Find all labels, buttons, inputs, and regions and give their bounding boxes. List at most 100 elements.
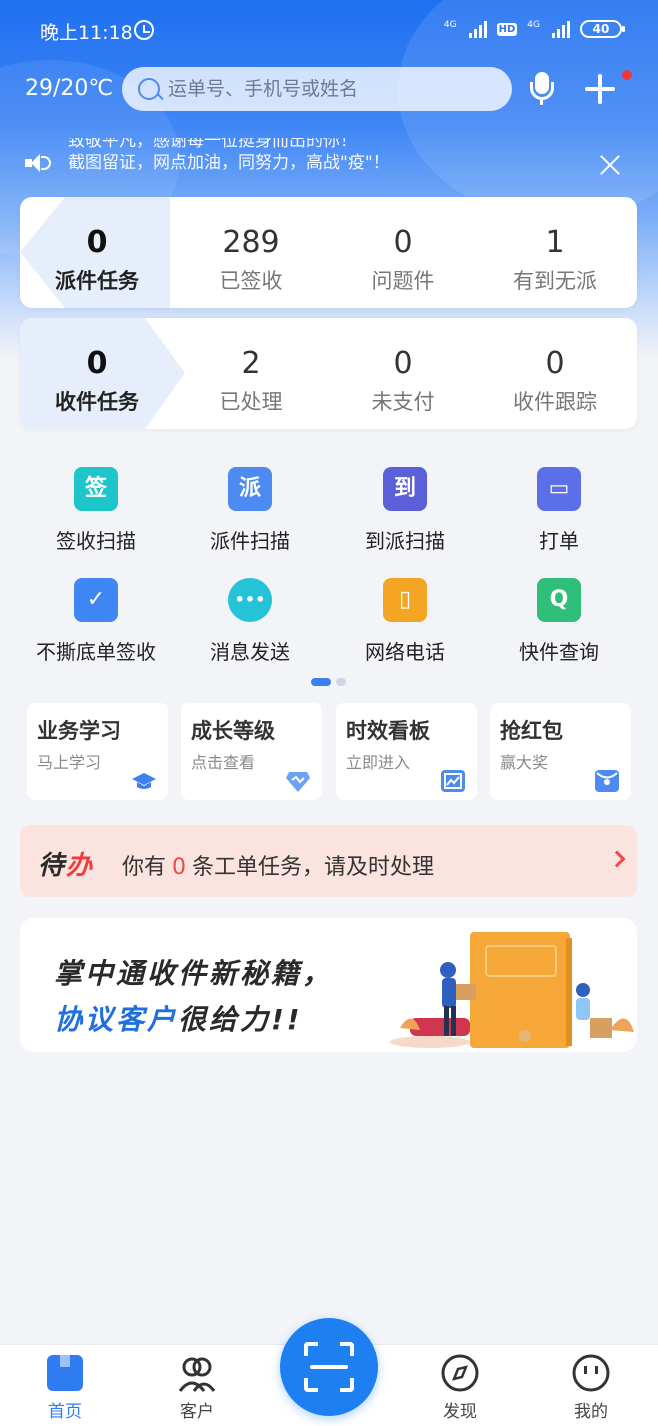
customers-icon [178, 1357, 216, 1392]
add-icon[interactable] [585, 74, 615, 104]
home-icon-notch [60, 1355, 70, 1367]
stat-label: 收件跟踪 [513, 390, 597, 414]
status-bar: 晚上11:18 4G HD 4G 40 [0, 0, 658, 62]
hd-badge: HD [496, 22, 518, 36]
scan-icon [304, 1342, 354, 1392]
banner-illustration [390, 932, 634, 1048]
graduation-cap-icon [132, 770, 156, 792]
card-growth-level[interactable]: 成长等级 点击查看 [181, 703, 322, 800]
signal-icon [468, 20, 487, 38]
sign-icon: 签 [74, 467, 118, 511]
stat-value: 0 [393, 225, 413, 260]
status-time: 晚上11:18 [40, 22, 133, 44]
todo-tag-a: 待 [38, 851, 67, 881]
grid-label: 签收扫描 [56, 529, 136, 553]
stat-value: 289 [222, 225, 280, 260]
stat-pickup-tracking[interactable]: 0 收件跟踪 [478, 318, 632, 429]
todo-tag-b: 办 [66, 851, 95, 881]
close-icon[interactable] [598, 153, 622, 177]
stat-label: 已签收 [219, 269, 283, 293]
card-subtitle: 点击查看 [191, 753, 256, 772]
stat-label: 收件任务 [55, 390, 139, 414]
level-icon [286, 770, 310, 792]
todo-bar[interactable]: 待办 你有 0 条工单任务，请及时处理 [20, 825, 637, 897]
card-subtitle: 赢大奖 [500, 753, 549, 772]
checkbox-icon: ✓ [74, 578, 118, 622]
stat-value: 1 [545, 225, 565, 260]
speaker-icon [25, 153, 51, 173]
stat-pickup-tasks[interactable]: 0 收件任务 [20, 318, 174, 429]
grid-send-message[interactable]: ••• 消息发送 [173, 578, 327, 678]
stat-dispatch-tasks[interactable]: 0 派件任务 [20, 197, 174, 308]
red-packet-icon [595, 770, 619, 792]
grid-label: 打单 [539, 529, 579, 553]
banner-highlight: 协议客户 [54, 1003, 179, 1036]
todo-count: 0 [172, 855, 187, 880]
card-title: 业务学习 [37, 719, 121, 743]
arrive-icon: 到 [383, 467, 427, 511]
alarm-icon [134, 20, 154, 40]
tab-customers[interactable]: 客户 [152, 1345, 242, 1426]
card-red-packet[interactable]: 抢红包 赢大奖 [490, 703, 631, 800]
tab-home[interactable]: 首页 [20, 1345, 110, 1426]
microphone-icon[interactable] [528, 72, 556, 106]
notice-text: 致敬平凡，感谢每一位挺身而出的你！ 截图留证，网点加油，同努力，高战"疫"！ [68, 138, 568, 178]
grid-parcel-query[interactable]: Q 快件查询 [482, 578, 636, 678]
stat-signed[interactable]: 289 已签收 [174, 197, 328, 308]
tab-profile[interactable]: 我的 [546, 1345, 636, 1426]
tab-label: 我的 [574, 1402, 608, 1422]
grid-arrive-scan[interactable]: 到 到派扫描 [328, 467, 482, 567]
stat-value: 0 [86, 225, 108, 260]
stat-label: 未支付 [371, 390, 435, 414]
banner-line1: 掌中通收件新秘籍， [54, 957, 334, 990]
todo-text: 你有 0 条工单任务，请及时处理 [122, 849, 434, 881]
tab-label: 首页 [48, 1402, 82, 1422]
grid-network-phone[interactable]: ▯ 网络电话 [328, 578, 482, 678]
card-business-learning[interactable]: 业务学习 马上学习 [27, 703, 168, 800]
grid-keep-receipt-sign[interactable]: ✓ 不撕底单签收 [19, 578, 173, 678]
card-title: 成长等级 [191, 719, 275, 743]
card-title: 时效看板 [346, 719, 430, 743]
todo-suffix: 条工单任务，请及时处理 [192, 855, 435, 880]
notification-dot [622, 70, 632, 80]
grid-label: 到派扫描 [365, 529, 445, 553]
network-type: 4G [527, 20, 540, 30]
tab-discover[interactable]: 发现 [415, 1345, 505, 1426]
todo-tag: 待办 [38, 845, 94, 882]
chat-icon: ••• [228, 578, 272, 622]
search-bar[interactable] [122, 67, 512, 111]
notice-line: 截图留证，网点加油，同努力，高战"疫"！ [68, 153, 390, 173]
stat-value: 2 [241, 346, 261, 381]
signal-icon [552, 20, 570, 38]
grid-sign-scan[interactable]: 签 签收扫描 [19, 467, 173, 567]
grid-print-order[interactable]: ▭ 打单 [482, 467, 636, 567]
dispatch-stats-card: 0 派件任务 289 已签收 0 问题件 1 有到无派 [20, 197, 637, 308]
promo-banner[interactable]: 掌中通收件新秘籍， 协议客户很给力!! [20, 918, 637, 1052]
notice-bar[interactable]: 致敬平凡，感谢每一位挺身而出的你！ 截图留证，网点加油，同努力，高战"疫"！ [0, 138, 658, 182]
stat-arrived-not-dispatched[interactable]: 1 有到无派 [478, 197, 632, 308]
status-indicators: 4G HD 4G 40 [443, 20, 625, 38]
phone-icon: ▯ [383, 578, 427, 622]
stat-label: 派件任务 [55, 269, 139, 293]
notice-line: 致敬平凡，感谢每一位挺身而出的你！ [68, 138, 357, 151]
network-type: 4G [443, 20, 457, 30]
tab-label: 发现 [443, 1402, 477, 1422]
search-input[interactable] [168, 67, 498, 111]
grid-label: 快件查询 [519, 640, 599, 664]
grid-label: 网络电话 [365, 640, 445, 664]
weather-temp[interactable]: 29/20℃ [25, 76, 113, 101]
stat-processed[interactable]: 2 已处理 [174, 318, 328, 429]
grid-label: 消息发送 [210, 640, 290, 664]
dispatch-icon: 派 [228, 467, 272, 511]
chevron-right-icon [608, 850, 626, 868]
compass-icon [441, 1354, 479, 1392]
tab-label: 客户 [180, 1402, 214, 1422]
todo-prefix: 你有 [122, 855, 167, 880]
grid-dispatch-scan[interactable]: 派 派件扫描 [173, 467, 327, 567]
stat-unpaid[interactable]: 0 未支付 [326, 318, 480, 429]
stat-problem[interactable]: 0 问题件 [326, 197, 480, 308]
card-timeliness-board[interactable]: 时效看板 立即进入 [336, 703, 477, 800]
scan-button[interactable] [280, 1318, 378, 1416]
pickup-stats-card: 0 收件任务 2 已处理 0 未支付 0 收件跟踪 [20, 318, 637, 429]
stat-value: 0 [86, 346, 108, 381]
